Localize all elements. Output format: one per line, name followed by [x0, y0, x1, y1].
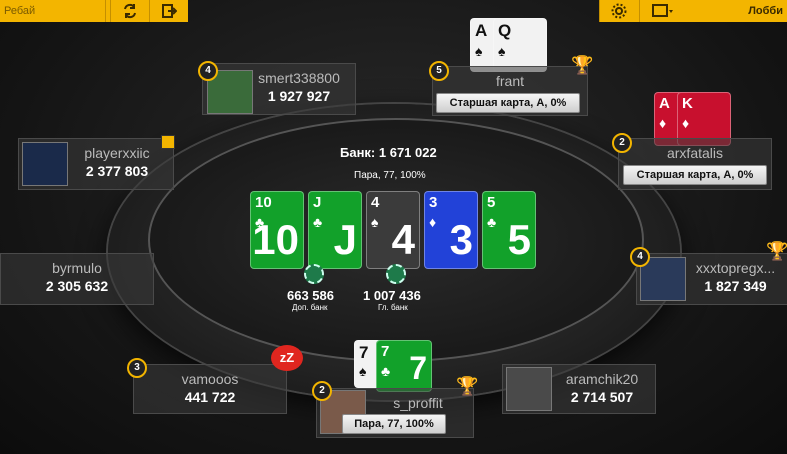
- level-badge: 2: [612, 133, 632, 153]
- avatar: [22, 142, 68, 186]
- level-badge: 4: [630, 247, 650, 267]
- main-pot-amount: 1 007 436: [363, 288, 421, 303]
- player-stack: 1 927 927: [267, 88, 331, 104]
- hand-strength-label: Старшая карта, A, 0%: [623, 165, 767, 185]
- side-pot-label: Доп. банк: [292, 303, 328, 312]
- player-name: smert338800: [258, 70, 340, 86]
- seat-vamooos[interactable]: vamooos 441 722: [133, 364, 287, 414]
- level-badge: 2: [312, 381, 332, 401]
- player-name: vamooos: [181, 371, 239, 387]
- lobby-button[interactable]: Лобби: [748, 0, 783, 22]
- sleeping-icon: zZ: [271, 345, 303, 371]
- chip-stack-icon: [304, 264, 324, 284]
- pot-total: Банк: 1 671 022: [340, 145, 437, 160]
- player-name: byrmulo: [52, 260, 102, 276]
- trophy-icon: 🏆: [456, 376, 479, 396]
- board-card-2: J ♣ J: [308, 191, 362, 269]
- hand-strength-label: Старшая карта, A, 0%: [436, 93, 580, 113]
- toolbar-right: Лобби: [599, 0, 787, 22]
- player-stack: 1 827 349: [704, 278, 767, 294]
- refresh-icon[interactable]: [110, 0, 149, 22]
- board-card-3: 4 ♠ 4: [366, 191, 420, 269]
- hand-strength-label: Пара, 77, 100%: [342, 414, 446, 434]
- player-name: frant: [495, 73, 524, 89]
- player-stack: 2 377 803: [85, 163, 149, 179]
- board-card-5: 5 ♣ 5: [482, 191, 536, 269]
- side-pot-amount: 663 586: [287, 288, 334, 303]
- poker-table-screen: Ребай Лобби Банк: 1 671 022 Пара, 77, 10…: [0, 0, 787, 454]
- seat-byrmulo[interactable]: byrmulo 2 305 632: [0, 253, 154, 305]
- main-pot-label: Гл. банк: [378, 303, 408, 312]
- player-name: aramchik20: [565, 371, 639, 387]
- level-badge: 5: [429, 61, 449, 81]
- level-badge: 4: [198, 61, 218, 81]
- hole-card: 7 ♣ 7: [376, 340, 432, 392]
- trophy-icon: 🏆: [571, 55, 594, 75]
- avatar: [506, 367, 552, 411]
- exit-icon[interactable]: [149, 0, 188, 22]
- chip-stack-icon: [386, 264, 406, 284]
- board-card-4: 3 ♦ 3: [424, 191, 478, 269]
- table-layout-dropdown-icon[interactable]: [639, 0, 686, 22]
- player-stack: 441 722: [184, 389, 236, 405]
- player-name: playerxxiic: [84, 145, 150, 161]
- player-name: s_proffit: [393, 395, 443, 411]
- player-stack: 2 714 507: [570, 389, 634, 405]
- settings-gear-icon[interactable]: [599, 0, 638, 22]
- player-name: xxxtopregx...: [695, 260, 776, 276]
- board-card-1: 10 ♣ 10: [250, 191, 304, 269]
- current-hand-strength: Пара, 77, 100%: [354, 170, 426, 181]
- level-badge: 3: [127, 358, 147, 378]
- trophy-icon: 🏆: [766, 241, 787, 261]
- toolbar-left: Ребай: [0, 0, 188, 22]
- note-icon[interactable]: [161, 135, 175, 149]
- rebuy-button[interactable]: Ребай: [0, 0, 106, 22]
- player-name: arxfatalis: [666, 145, 724, 161]
- hole-card: Q ♠: [493, 18, 547, 72]
- player-stack: 2 305 632: [45, 278, 109, 294]
